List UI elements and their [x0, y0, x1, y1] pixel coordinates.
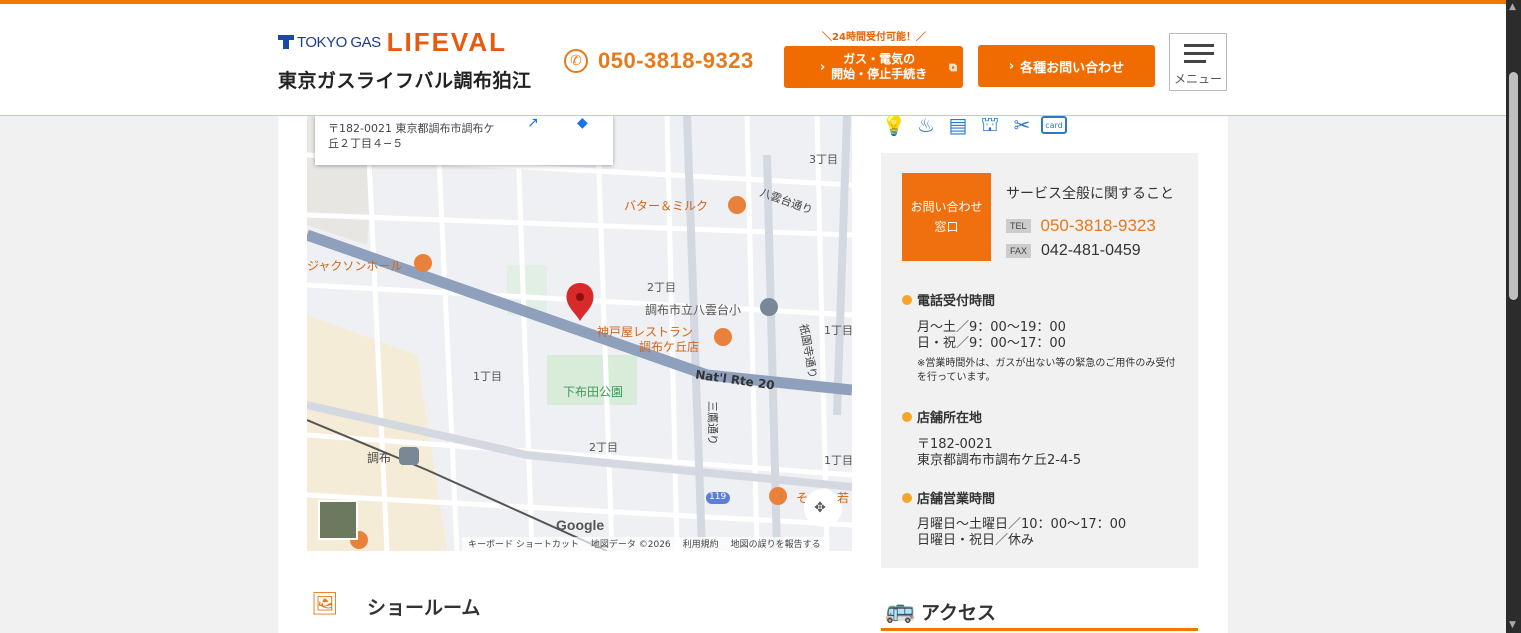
map-label-2chome-b: 2丁目	[589, 441, 618, 454]
hamburger-icon	[1184, 44, 1214, 68]
map-address-card: 〒182-0021 東京都調布市調布ケ 丘２丁目４−５ ↗ ◆	[315, 115, 613, 165]
map-label-waka: 若	[837, 491, 850, 505]
menu-label: メニュー	[1173, 72, 1222, 86]
phone-hours-line1: 月～土／9：00～19：00	[917, 320, 1066, 335]
business-hours-body: 月曜日～土曜日／10：00～17：00 日曜日・祝日／休み	[917, 517, 1126, 549]
btn-gas-line1: ガス・電気の	[843, 52, 916, 66]
store-name: 東京ガスライフバル調布狛江	[278, 70, 532, 92]
scrollbar[interactable]: ▲ ▼	[1506, 0, 1521, 633]
map-label-butter-milk: バター＆ミルク	[624, 199, 709, 213]
contact-window-box: お問い合わせ 窓口	[902, 173, 991, 261]
contact-box-line2: 窓口	[934, 220, 959, 234]
map-footer-shortcuts[interactable]: キーボード ショートカット	[468, 537, 579, 551]
inquiry-button[interactable]: › 各種お問い合わせ	[978, 45, 1155, 87]
button-note: ＼24時間受付可能！／	[822, 32, 926, 43]
map-address-line1: 〒182-0021 東京都調布市調布ケ	[328, 122, 495, 135]
open-in-maps-icon[interactable]: ↗	[527, 115, 539, 131]
tel-number[interactable]: 050-3818-9323	[1041, 216, 1156, 236]
tel-row[interactable]: TEL 050-3818-9323	[1006, 216, 1156, 236]
business-hours-line1: 月曜日～土曜日／10：00～17：00	[917, 517, 1127, 532]
map-label-mitaka-street: 三鷹通り	[706, 401, 719, 445]
map-footer-terms[interactable]: 利用規約	[683, 537, 719, 551]
bullet-dot-icon	[902, 492, 912, 503]
access-heading: 🚌 アクセス	[881, 596, 1198, 631]
tel-tag: TEL	[1006, 219, 1031, 233]
fullscreen-icon[interactable]: ✥	[809, 500, 831, 516]
map-label-1chome-c: 1丁目	[824, 454, 852, 467]
photos-icon: 🖼	[311, 592, 339, 617]
logo-tokyo-gas: TOKYO GAS	[297, 33, 381, 51]
menu-button[interactable]: メニュー	[1169, 33, 1227, 91]
directions-icon[interactable]: ◆	[577, 115, 588, 131]
map-canvas	[307, 115, 852, 551]
map-label-2chome-a: 2丁目	[647, 281, 676, 294]
bus-icon: 🚌	[885, 596, 915, 624]
header-phone-number: 050-3818-9323	[598, 48, 754, 73]
phone-icon: ✆	[564, 49, 588, 73]
fax-tag: FAX	[1006, 244, 1032, 258]
fax-row: FAX 042-481-0459	[1006, 242, 1141, 260]
map-label-jackson-hall: ジャクソンホール	[307, 259, 403, 273]
business-hours-heading: 店舗営業時間	[902, 488, 995, 507]
location-address: 東京都調布市調布ケ丘2-4-5	[917, 453, 1082, 468]
site-header: TOKYO GAS LIFEVAL 東京ガスライフバル調布狛江 ✆ 050-38…	[0, 4, 1506, 116]
phone-hours-note: ※営業時間外は、ガスが出ない等の緊急のご用件のみ受付を行っています。	[917, 358, 1176, 383]
phone-hours-body: 月～土／9：00～19：00 日・祝／9：00～17：00	[917, 320, 1066, 352]
location-heading: 店舗所在地	[902, 407, 982, 426]
service-title: サービス全般に関すること	[1006, 186, 1174, 202]
map-footer-data: 地図データ ©2026	[590, 540, 671, 550]
header-phone[interactable]: ✆ 050-3818-9323	[564, 48, 754, 74]
gas-electric-procedure-button[interactable]: › ガス・電気の 開始・停止手続き ⧉	[784, 46, 963, 88]
map-footer: キーボード ショートカット 地図データ ©2026 利用規約 地図の誤りを報告す…	[462, 537, 827, 551]
showroom-heading: 🖼 ショールーム	[311, 592, 480, 620]
map-label-1chome-a: 1丁目	[473, 370, 502, 383]
tokyo-gas-mark-icon	[278, 35, 294, 49]
location-zip: 〒182-0021	[917, 437, 993, 452]
chevron-right-icon: ›	[1008, 58, 1015, 74]
map-label-1chome-b: 1丁目	[824, 324, 852, 337]
business-hours-line2: 日曜日・祝日／休み	[917, 533, 1035, 548]
contact-box-line1: お問い合わせ	[910, 200, 983, 214]
chevron-right-icon: ›	[819, 59, 826, 75]
map-label-route119: 119	[709, 492, 727, 502]
bullet-dot-icon	[902, 411, 912, 422]
google-logo: Google	[556, 517, 605, 533]
access-title: アクセス	[921, 602, 997, 624]
phone-hours-line2: 日・祝／9：00～17：00	[917, 336, 1066, 351]
map-label-school: 調布市立八雲台小	[645, 303, 742, 317]
scroll-up-icon[interactable]: ▲	[1509, 2, 1516, 12]
btn-gas-line2: 開始・停止手続き	[831, 67, 928, 81]
logo-lifeval: LIFEVAL	[386, 26, 507, 57]
scroll-down-icon[interactable]: ▼	[1509, 620, 1516, 630]
map-label-kobeya-branch: 調布ケ丘店	[639, 340, 700, 354]
map-label-chofu: 調布	[367, 451, 392, 465]
scrollbar-thumb[interactable]	[1509, 72, 1518, 300]
embedded-map[interactable]: バター＆ミルク ジャクソンホール 神戸屋レストラン 調布ケ丘店 調布市立八雲台小…	[307, 115, 852, 551]
logo[interactable]: TOKYO GAS LIFEVAL 東京ガスライフバル調布狛江	[278, 24, 532, 93]
map-address-line2: 丘２丁目４−５	[328, 137, 404, 150]
location-body: 〒182-0021 東京都調布市調布ケ丘2-4-5	[917, 437, 1081, 469]
phone-hours-heading: 電話受付時間	[902, 290, 995, 309]
fax-number: 042-481-0459	[1041, 242, 1141, 259]
external-link-icon: ⧉	[949, 61, 957, 74]
showroom-title: ショールーム	[367, 596, 481, 619]
map-footer-report[interactable]: 地図の誤りを報告する	[731, 537, 821, 551]
bullet-dot-icon	[902, 294, 912, 305]
map-label-3chome: 3丁目	[809, 153, 838, 166]
btn-inquiry-label: 各種お問い合わせ	[1020, 60, 1125, 76]
map-label-so: そ	[796, 491, 809, 505]
card-icon: card	[1041, 116, 1067, 134]
map-label-park: 下布田公園	[563, 385, 624, 399]
